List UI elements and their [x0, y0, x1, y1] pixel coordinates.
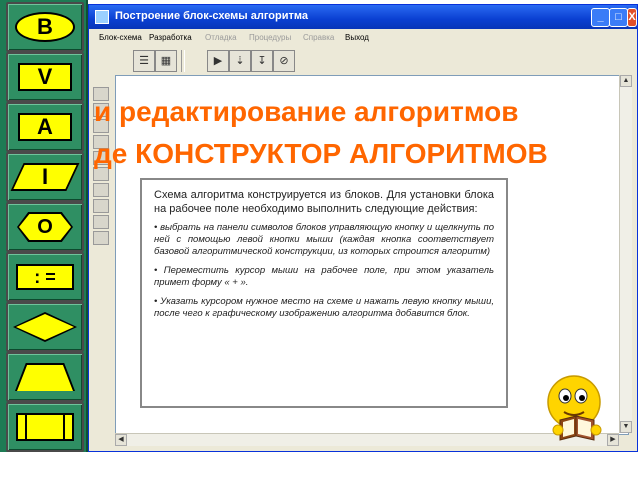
menu-exit[interactable]: Выход: [345, 33, 369, 42]
vtool-icon[interactable]: [93, 199, 109, 213]
palette-o-label: O: [37, 215, 53, 238]
diamond-block-icon: [13, 312, 77, 342]
list-icon[interactable]: ☰: [133, 50, 155, 72]
palette-a-label: A: [37, 114, 53, 139]
app-icon: [95, 10, 109, 24]
palette-i-label: I: [41, 164, 49, 189]
palette-loop-button[interactable]: [6, 352, 84, 402]
title-bar[interactable]: Построение блок-схемы алгоритма _ □ X: [89, 5, 637, 29]
rect-block-icon: A: [18, 113, 72, 141]
hexagon-block-icon: O: [17, 212, 73, 242]
scroll-left-icon[interactable]: ◀: [115, 434, 127, 446]
menu-procedures[interactable]: Процедуры: [249, 33, 291, 42]
maximize-button[interactable]: □: [609, 8, 628, 27]
palette-begin-label: B: [37, 14, 53, 39]
palette-assign-label: : =: [34, 266, 56, 287]
instruction-item-text: Переместить курсор мыши на рабочее поле,…: [154, 265, 494, 288]
grid-icon[interactable]: ▦: [155, 50, 177, 72]
step-into-icon[interactable]: ⇣: [229, 50, 251, 72]
scroll-down-icon[interactable]: ▼: [620, 421, 632, 433]
oval-block-icon: B: [15, 12, 75, 42]
play-icon[interactable]: ▶: [207, 50, 229, 72]
toolbar-separator: [181, 50, 185, 72]
parallelogram-block-icon: I: [10, 163, 80, 191]
smiley-reading-icon: [547, 375, 602, 441]
assign-block-icon: : =: [16, 264, 74, 290]
step-over-icon[interactable]: ↧: [251, 50, 273, 72]
block-palette: B V A I O : =: [0, 0, 88, 452]
instruction-item: • Переместить курсор мыши на рабочее пол…: [154, 265, 494, 288]
scroll-up-icon[interactable]: ▲: [620, 75, 632, 87]
menu-debug[interactable]: Отладка: [205, 33, 237, 42]
palette-begin-button[interactable]: B: [6, 2, 84, 52]
palette-assign-button[interactable]: : =: [6, 252, 84, 302]
subroutine-block-icon: [16, 413, 74, 441]
palette-input-button[interactable]: I: [6, 152, 84, 202]
instruction-intro: Схема алгоритма конструируется из блоков…: [154, 189, 494, 215]
minimize-button[interactable]: _: [591, 8, 610, 27]
menu-flowchart[interactable]: Блок-схема: [99, 33, 142, 42]
slide-heading-line2: де КОНСТРУКТОР АЛГОРИТМОВ: [94, 138, 548, 169]
toolbar: ☰ ▦ ▶ ⇣ ↧ ⊘: [89, 47, 637, 75]
vtool-icon[interactable]: [93, 183, 109, 197]
instruction-item: • Указать курсором нужное место на схеме…: [154, 296, 494, 319]
vtool-icon[interactable]: [93, 231, 109, 245]
vertical-toolbar: [91, 77, 111, 449]
palette-v-label: V: [37, 64, 53, 89]
palette-output-button[interactable]: O: [6, 202, 84, 252]
menu-development[interactable]: Разработка: [149, 33, 192, 42]
palette-action-button[interactable]: A: [6, 102, 84, 152]
vtool-icon[interactable]: [93, 215, 109, 229]
instruction-list: • выбрать на панели символов блоков упра…: [154, 222, 494, 320]
window-title: Построение блок-схемы алгоритма: [115, 10, 308, 22]
menu-bar: Блок-схема Разработка Отладка Процедуры …: [89, 29, 637, 47]
instruction-item-text: Указать курсором нужное место на схеме и…: [154, 296, 494, 319]
close-button[interactable]: X: [627, 8, 637, 27]
instruction-item: • выбрать на панели символов блоков упра…: [154, 222, 494, 257]
palette-condition-button[interactable]: [6, 302, 84, 352]
vertical-scrollbar[interactable]: ▲ ▼: [619, 75, 632, 433]
trapezoid-block-icon: [15, 363, 75, 391]
slide-heading-line1: и редактирование алгоритмов: [94, 96, 519, 127]
stop-icon[interactable]: ⊘: [273, 50, 295, 72]
rect-block-icon: V: [18, 63, 72, 91]
palette-input-variable-button[interactable]: V: [6, 52, 84, 102]
palette-subroutine-button[interactable]: [6, 402, 84, 452]
instruction-box: Схема алгоритма конструируется из блоков…: [140, 178, 508, 408]
instruction-item-text: выбрать на панели символов блоков управл…: [154, 222, 494, 257]
menu-help[interactable]: Справка: [303, 33, 334, 42]
